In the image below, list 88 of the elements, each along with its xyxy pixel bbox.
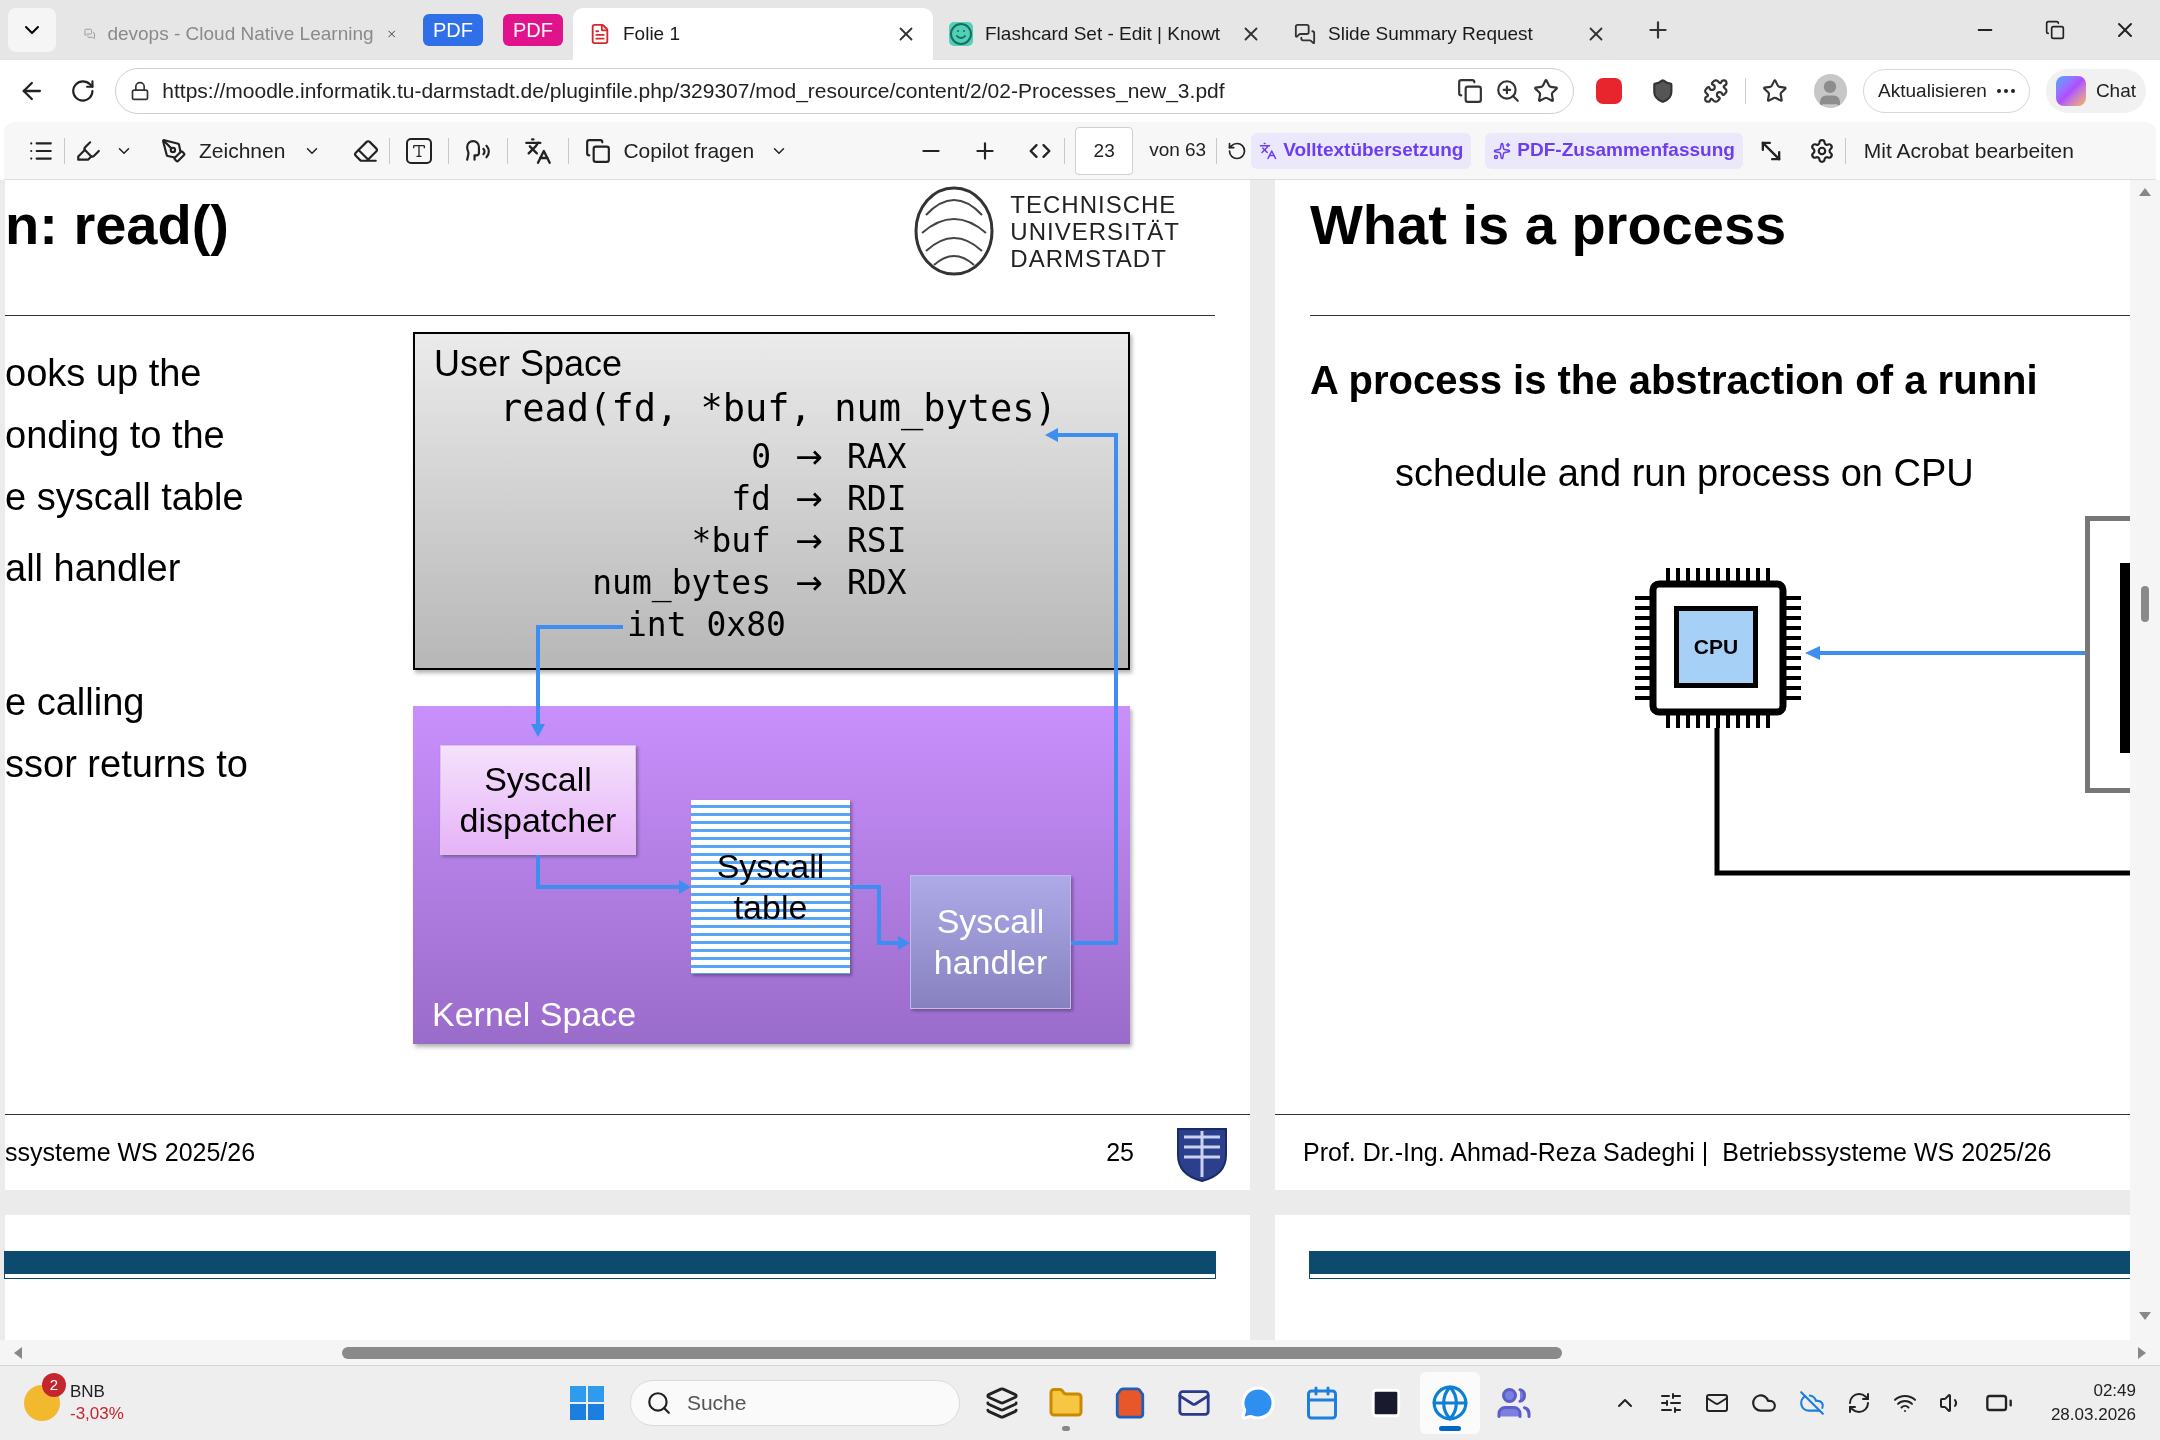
scroll-thumb[interactable] [2141,586,2149,622]
university-name: UNIVERSITÄT [1010,217,1180,245]
browser-tab[interactable]: Folie 1 [573,8,933,60]
text-box-icon[interactable] [406,137,433,164]
code-line: read(fd, *buf, num_bytes) [500,386,1058,432]
code-text: fd [730,478,771,520]
weather-widget[interactable]: 2 BNB -3,03% [24,1369,130,1437]
lock-icon [130,81,151,101]
chat-icon [1294,23,1316,45]
cpu-core: CPU [1674,606,1758,688]
sliders-icon[interactable] [1658,1391,1683,1415]
scroll-up-icon[interactable] [2139,188,2151,196]
scroll-thumb[interactable] [342,1346,1562,1359]
flow-arrow [850,885,910,950]
avatar-icon[interactable] [1813,74,1848,108]
arrow-glyph: → [794,436,824,478]
page-count: von 63 [1149,138,1207,163]
university-name: TECHNISCHE [1010,190,1178,218]
edit-button[interactable]: Mit Acrobat bearbeiten [1863,134,2074,167]
code-line: int 0x80 [627,604,786,646]
eraser-icon[interactable] [353,137,380,164]
footer-text: Prof. Dr.-Ing. Ahmad-Reza Sadeghi | Betriebssysteme WS 2025/26 [1303,1136,2052,1168]
translate-icon [1259,141,1278,160]
footer-text: ssysteme WS 2025/26 [5,1136,256,1168]
arrow-glyph: → [794,562,824,604]
windows-start-icon[interactable] [569,1386,604,1420]
chat-button[interactable]: Chat [2045,69,2146,113]
arrow-glyph: → [794,478,824,520]
smiley-icon [949,22,973,46]
pen-icon [161,137,187,164]
favorites-icon[interactable] [1761,78,1788,104]
search-icon [645,1390,672,1416]
tab-group-label[interactable]: PDF [503,14,563,46]
read-aloud-icon[interactable] [465,137,492,164]
browser-tab[interactable]: Slide Summary Request [1278,8,1623,60]
slide-text: e syscall table [5,475,244,520]
zoom-icon[interactable] [1494,78,1521,104]
code-text: *buf [690,520,771,562]
clock[interactable]: 02:49 28.03.2026 [2050,1379,2136,1427]
copilot-logo-icon [2055,76,2086,106]
register-name: RDX [847,562,908,604]
browser-tab[interactable]: Flashcard Set - Edit | Knowt [933,8,1278,60]
sparkles-icon [1493,141,1512,160]
page-field[interactable]: 23 [1075,126,1134,175]
register-name: RAX [847,436,908,478]
widget-value: -3,03% [70,1403,124,1425]
code-text: 0 [750,436,771,478]
slide-title: What is a process [1310,192,1788,258]
scroll-down-icon[interactable] [2139,1312,2151,1320]
draw-button[interactable]: Zeichnen [161,134,286,167]
extensions-icon[interactable] [1703,78,1729,104]
favorite-icon[interactable] [1532,78,1559,104]
widget-title: BNB [70,1381,106,1403]
notification-badge: 2 [42,1373,66,1397]
page-number: 25 [1106,1136,1134,1168]
register-name: RDI [847,478,908,520]
slide-text: ooks up the [5,351,202,396]
cloud-off-icon[interactable] [1798,1390,1825,1416]
university-name: DARMSTADT [1010,244,1168,272]
copilot-button[interactable]: Copilot fragen [585,134,755,167]
arrow-glyph: → [794,520,824,562]
more-icon [1996,89,2015,93]
slide-text: ssor returns to [5,742,248,787]
slide-text: e calling [5,680,145,725]
summary-button[interactable]: PDF-Zusammenfassung [1485,132,1743,169]
translate-icon[interactable] [524,136,553,165]
mail-icon[interactable] [1704,1391,1729,1415]
tab-group-label[interactable]: PDF [423,14,483,46]
code-text: num_bytes [591,562,771,604]
dispatcher-box: Syscall dispatcher [440,745,636,855]
search-field[interactable]: Suche [629,1380,960,1426]
slide-text: schedule and run process on CPU [1395,451,1974,496]
url-text: https://moodle.informatik.tu-darmstadt.de/pluginfile.php/329307/mod_resource/content/2/02-Processes_new_3.pdf [162,78,1226,105]
settings-icon[interactable] [1808,137,1835,164]
globe-icon[interactable] [1419,1372,1480,1434]
rotate-icon[interactable] [1227,140,1248,161]
register-name: RSI [847,520,908,562]
slide-text: onding to the [5,413,225,458]
pdf-file-icon [589,23,611,45]
slide-title: n: read() [5,192,229,258]
handler-box: Syscall handler [910,875,1071,1009]
reload-icon[interactable] [69,78,96,104]
translate-button[interactable]: Volltextübersetzung [1251,132,1472,169]
panel-label: Kernel Space [432,994,637,1035]
slide-text: all handler [5,546,181,591]
panel-label: User Space [434,342,624,386]
slide-heading: A process is the abstraction of a runni [1310,357,2039,404]
sync-icon[interactable] [1846,1391,1871,1415]
